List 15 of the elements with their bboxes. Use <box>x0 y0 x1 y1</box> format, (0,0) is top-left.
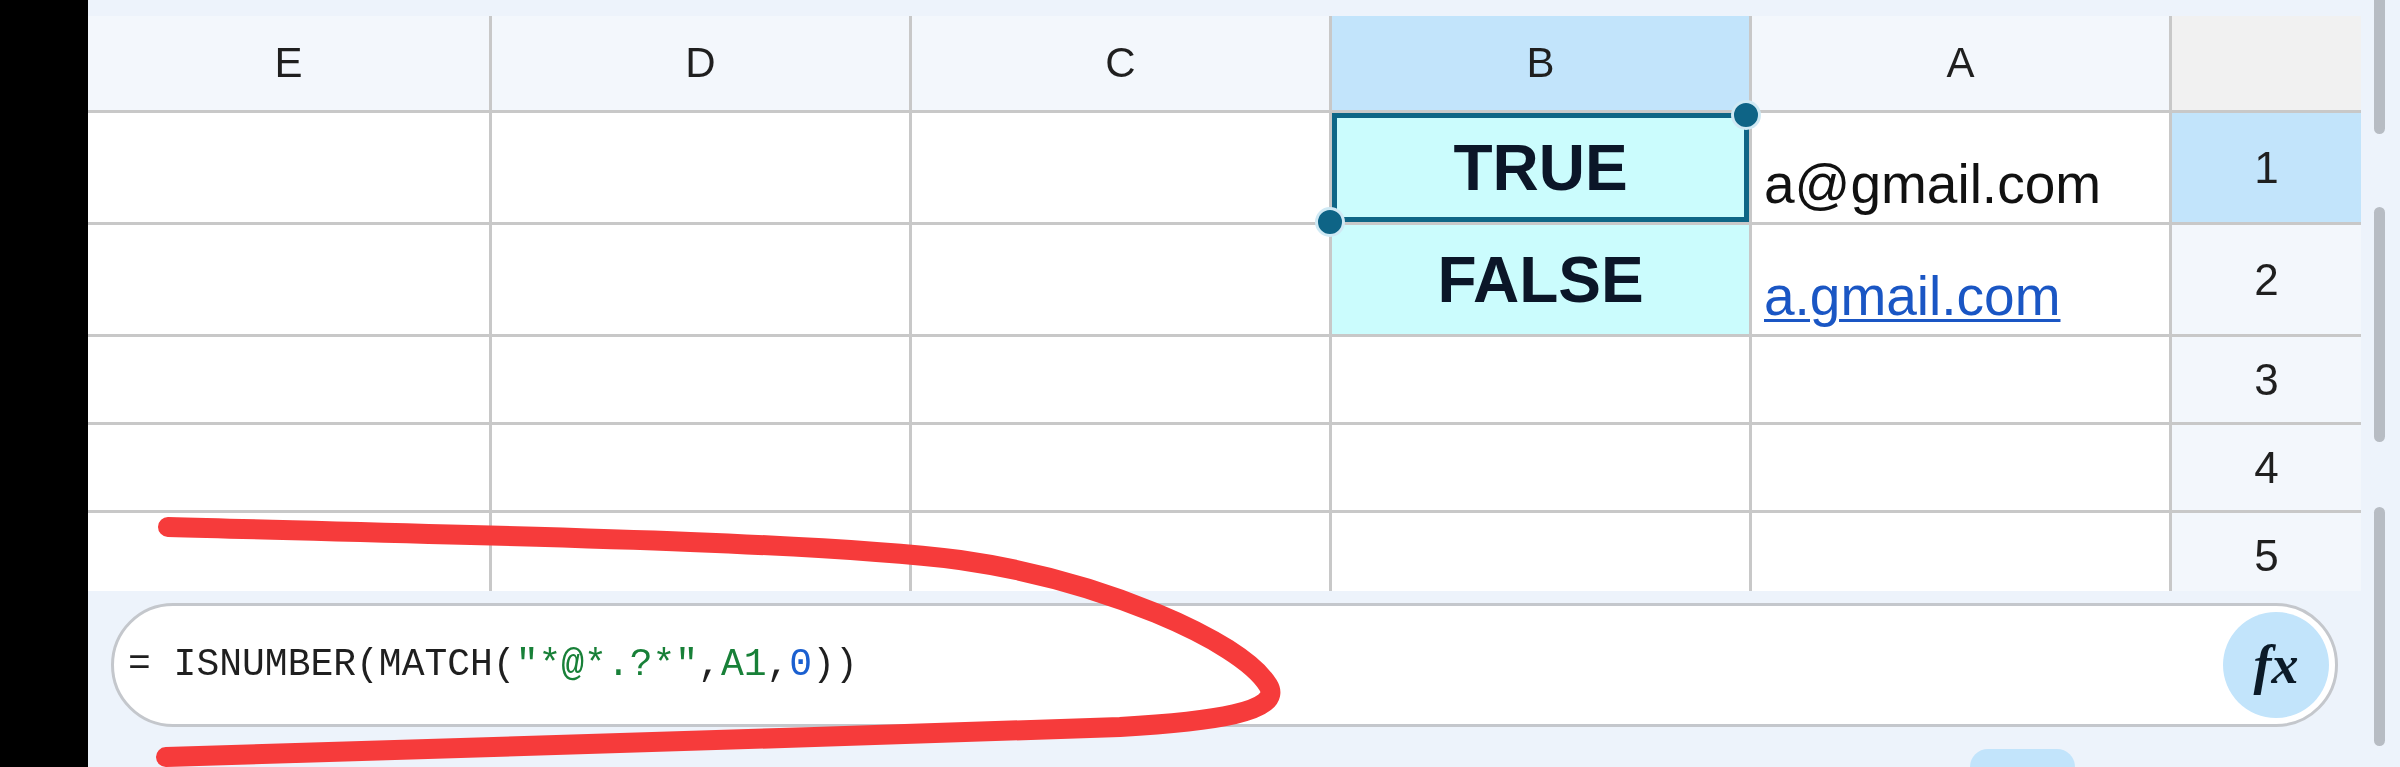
column-header[interactable]: E <box>88 16 492 113</box>
column-header[interactable]: D <box>492 16 912 113</box>
formula-input[interactable]: = ISNUMBER(MATCH("*@*.?*",A1,0)) <box>128 642 2223 688</box>
row-header[interactable]: 5 <box>2172 513 2361 591</box>
row-header[interactable]: 2 <box>2172 225 2361 337</box>
corner-cell[interactable] <box>2172 16 2361 113</box>
column-header[interactable]: B <box>1332 16 1752 113</box>
row-header[interactable]: 4 <box>2172 425 2361 513</box>
function-button[interactable]: fx <box>2223 612 2329 718</box>
cell-value: FALSE <box>1437 247 1644 312</box>
row-header[interactable]: 3 <box>2172 337 2361 425</box>
column-header[interactable]: C <box>912 16 1332 113</box>
row-header[interactable]: 1 <box>2172 113 2361 225</box>
cell-value: TRUE <box>1453 135 1628 200</box>
column-header[interactable]: A <box>1752 16 2172 113</box>
